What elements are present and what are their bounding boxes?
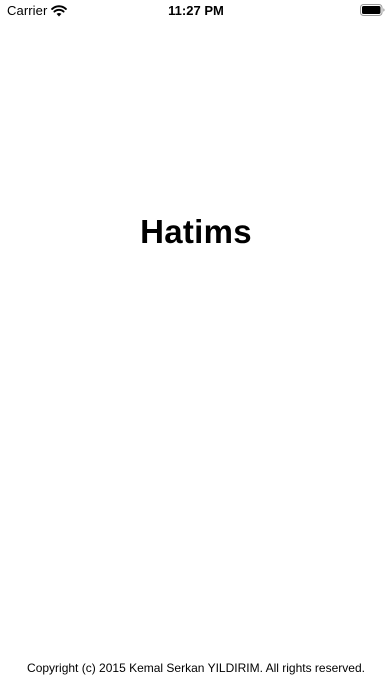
- battery-icon: [360, 4, 385, 16]
- app-title: Hatims: [140, 213, 252, 250]
- status-time: 11:27 PM: [168, 3, 224, 18]
- launch-screen: Carrier 11:27 PM Hatims Copyright (c) 20…: [0, 0, 392, 696]
- copyright-notice: Copyright (c) 2015 Kemal Serkan YILDIRIM…: [27, 661, 365, 675]
- status-bar: Carrier 11:27 PM: [0, 0, 392, 22]
